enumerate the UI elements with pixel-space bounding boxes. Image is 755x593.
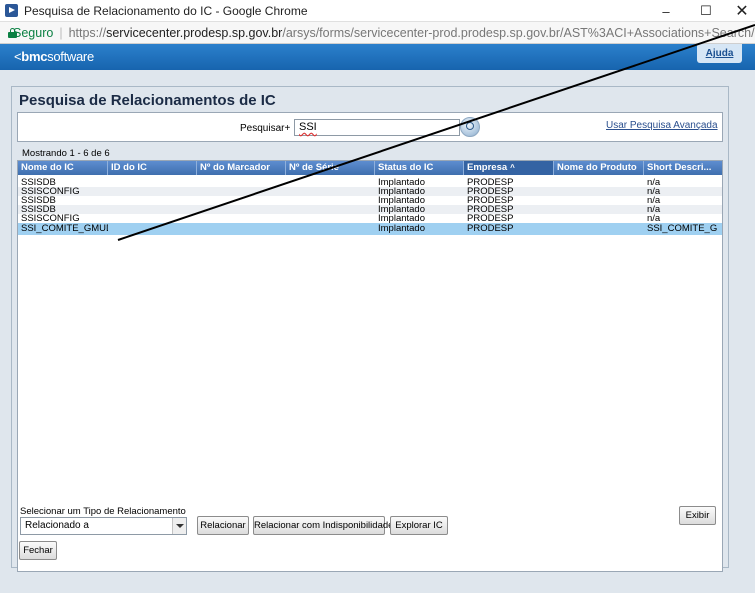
relationship-type-value: Relacionado a bbox=[25, 520, 89, 531]
help-link[interactable]: Ajuda bbox=[697, 44, 742, 63]
results-count: Mostrando 1 - 6 de 6 bbox=[22, 148, 110, 159]
bmc-logo: <bmcsoftware bbox=[14, 49, 94, 64]
table-cell: SSI_COMITE_GMUD bbox=[21, 223, 108, 234]
column-header[interactable]: Nº do Marcador bbox=[197, 161, 286, 175]
table-cell: PRODESP bbox=[467, 178, 514, 187]
table-cell: n/a bbox=[647, 178, 661, 187]
table-header: Nome do IC ID do IC Nº do Marcador Nº de… bbox=[18, 161, 722, 175]
table-cell: SSISDB bbox=[21, 196, 56, 205]
table-cell: PRODESP bbox=[467, 196, 514, 205]
table-cell: n/a bbox=[647, 205, 661, 214]
url-host: servicecenter.prodesp.sp.gov.br bbox=[106, 25, 283, 40]
table-cell: Implantado bbox=[378, 223, 426, 234]
address-bar[interactable]: Seguro | https://servicecenter.prodesp.s… bbox=[0, 22, 755, 44]
chrome-app-icon bbox=[5, 4, 18, 17]
search-panel: Pesquisar+ SSI Usar Pesquisa Avançada bbox=[17, 112, 723, 142]
table-row[interactable]: SSISCONFIG Implantado PRODESP n/a bbox=[18, 187, 722, 196]
advanced-search-link[interactable]: Usar Pesquisa Avançada bbox=[606, 120, 718, 131]
table-cell: Implantado bbox=[378, 196, 426, 205]
table-cell: Implantado bbox=[378, 187, 426, 196]
table-cell: Implantado bbox=[378, 205, 426, 214]
search-label: Pesquisar+ bbox=[240, 123, 291, 134]
table-row[interactable]: SSISDB Implantado PRODESP n/a bbox=[18, 178, 722, 187]
display-button[interactable]: Exibir bbox=[679, 506, 716, 525]
address-separator: | bbox=[59, 25, 63, 40]
sort-ascending-icon: ^ bbox=[510, 163, 515, 172]
column-header[interactable]: Nome do Produto bbox=[554, 161, 644, 175]
table-cell: PRODESP bbox=[467, 187, 514, 196]
logo-bold: bmc bbox=[21, 49, 48, 64]
relationship-type-select[interactable]: Relacionado a bbox=[20, 517, 187, 535]
table-cell: n/a bbox=[647, 187, 661, 196]
url-protocol: https:// bbox=[68, 25, 107, 40]
close-dialog-button[interactable]: Fechar bbox=[19, 541, 57, 560]
table-row[interactable]: SSISDB Implantado PRODESP n/a bbox=[18, 196, 722, 205]
table-cell: PRODESP bbox=[467, 223, 514, 234]
browser-titlebar: Pesquisa de Relacionamento do IC - Googl… bbox=[0, 0, 755, 22]
column-header[interactable]: Nome do IC bbox=[18, 161, 108, 175]
url-path: /arsys/forms/servicecenter-prod.prodesp.… bbox=[282, 25, 755, 40]
table-cell: Implantado bbox=[378, 214, 426, 223]
table-cell: SSI_COMITE_G bbox=[647, 223, 718, 234]
table-row[interactable]: SSISCONFIG Implantado PRODESP n/a bbox=[18, 214, 722, 223]
table-cell: PRODESP bbox=[467, 214, 514, 223]
table-cell: n/a bbox=[647, 214, 661, 223]
relationship-search-dialog: Pesquisa de Relacionamentos de IC Pesqui… bbox=[11, 86, 729, 572]
close-button[interactable]: ✕ bbox=[724, 0, 755, 22]
table-cell: SSISCONFIG bbox=[21, 214, 80, 223]
column-header[interactable]: ID do IC bbox=[108, 161, 197, 175]
minimize-button[interactable]: – bbox=[648, 0, 684, 22]
relate-button[interactable]: Relacionar bbox=[197, 516, 249, 535]
table-cell: n/a bbox=[647, 196, 661, 205]
relate-with-unavailability-button[interactable]: Relacionar com Indisponibilidade bbox=[253, 516, 393, 535]
chevron-down-icon[interactable] bbox=[172, 518, 186, 534]
column-header-label: Empresa bbox=[467, 162, 508, 173]
column-header[interactable]: Nº de Série bbox=[286, 161, 375, 175]
relationship-type-label: Selecionar um Tipo de Relacionamento bbox=[20, 506, 186, 517]
column-header[interactable]: Status do IC bbox=[375, 161, 464, 175]
table-row-selected[interactable]: SSI_COMITE_GMUD Implantado PRODESP SSI_COMI… bbox=[18, 223, 722, 235]
app-header: <bmcsoftware Ajuda bbox=[0, 44, 755, 70]
table-row[interactable]: SSISDB Implantado PRODESP n/a bbox=[18, 205, 722, 214]
table-cell: SSISCONFIG bbox=[21, 187, 80, 196]
maximize-button[interactable]: ☐ bbox=[688, 0, 724, 22]
column-header-sorted[interactable]: Empresa ^ bbox=[464, 161, 554, 175]
logo-suffix: software bbox=[47, 49, 94, 64]
window-title: Pesquisa de Relacionamento do IC - Googl… bbox=[24, 3, 308, 18]
search-input[interactable]: SSI bbox=[294, 119, 460, 136]
search-icon[interactable] bbox=[460, 117, 480, 137]
table-cell: Implantado bbox=[378, 178, 426, 187]
table-cell: SSISDB bbox=[21, 205, 56, 214]
table-cell: PRODESP bbox=[467, 205, 514, 214]
table-cell: SSISDB bbox=[21, 178, 56, 187]
column-header[interactable]: Short Descri... bbox=[644, 161, 722, 175]
explore-ci-button[interactable]: Explorar IC bbox=[390, 516, 448, 535]
secure-label: Seguro bbox=[13, 25, 54, 40]
dialog-title: Pesquisa de Relacionamentos de IC bbox=[19, 92, 276, 109]
